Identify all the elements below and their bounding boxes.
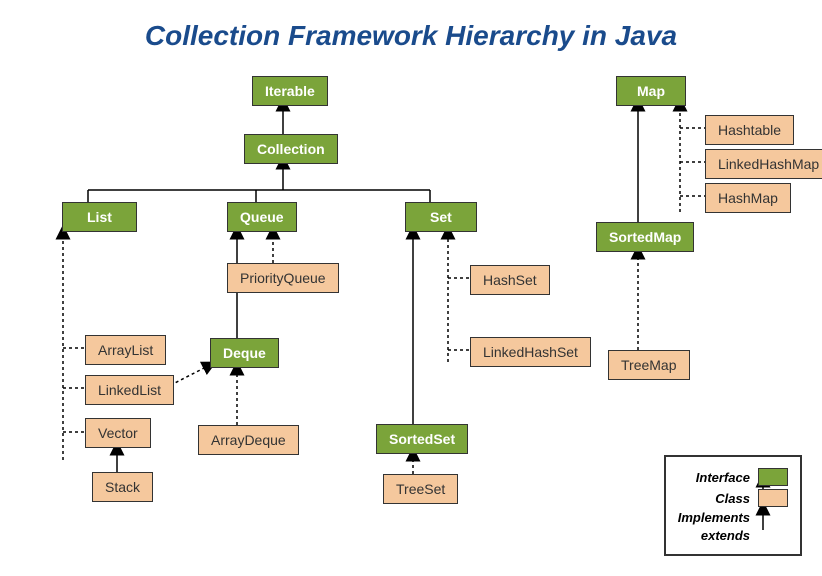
node-linkedhashset: LinkedHashSet xyxy=(470,337,591,367)
node-hashset: HashSet xyxy=(470,265,550,295)
legend-interface-label: Interface xyxy=(696,470,750,485)
node-treeset: TreeSet xyxy=(383,474,458,504)
legend-class-label: Class xyxy=(715,491,750,506)
legend-implements-label: Implements xyxy=(678,510,750,525)
node-iterable: Iterable xyxy=(252,76,328,106)
legend-extends-label: extends xyxy=(701,528,750,543)
node-stack: Stack xyxy=(92,472,153,502)
legend-class-swatch xyxy=(758,489,788,507)
node-list: List xyxy=(62,202,137,232)
node-collection: Collection xyxy=(244,134,338,164)
node-vector: Vector xyxy=(85,418,151,448)
node-sortedset: SortedSet xyxy=(376,424,468,454)
node-linkedlist: LinkedList xyxy=(85,375,174,405)
node-hashtable: Hashtable xyxy=(705,115,794,145)
node-priorityqueue: PriorityQueue xyxy=(227,263,339,293)
node-map: Map xyxy=(616,76,686,106)
node-arraydeque: ArrayDeque xyxy=(198,425,299,455)
legend-interface-swatch xyxy=(758,468,788,486)
diagram-title: Collection Framework Hierarchy in Java xyxy=(0,0,822,52)
node-arraylist: ArrayList xyxy=(85,335,166,365)
node-queue: Queue xyxy=(227,202,297,232)
node-set: Set xyxy=(405,202,477,232)
node-deque: Deque xyxy=(210,338,279,368)
node-treemap: TreeMap xyxy=(608,350,690,380)
node-linkedhashmap: LinkedHashMap xyxy=(705,149,822,179)
node-sortedmap: SortedMap xyxy=(596,222,694,252)
legend: Interface Class Implements extends xyxy=(664,455,802,556)
node-hashmap: HashMap xyxy=(705,183,791,213)
